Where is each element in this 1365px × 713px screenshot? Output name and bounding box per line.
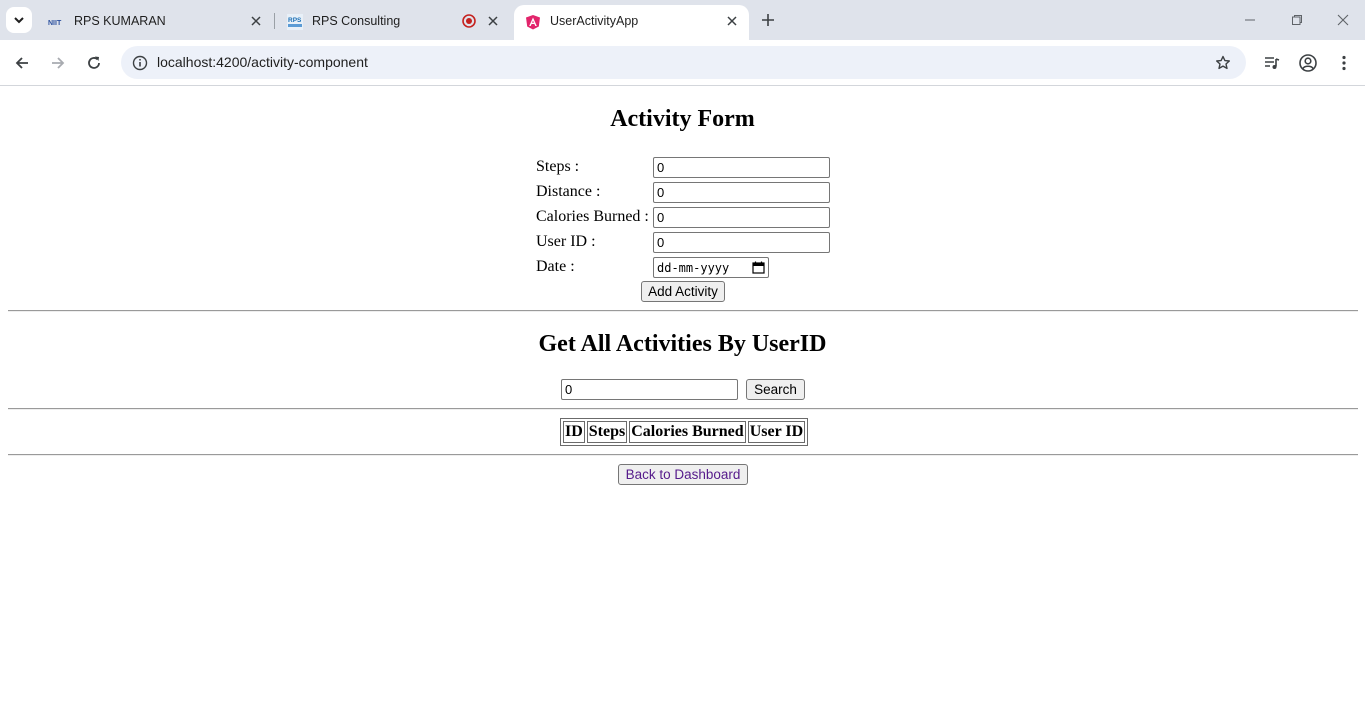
steps-input[interactable] [653, 157, 830, 178]
tab-title: RPS KUMARAN [74, 14, 166, 28]
angular-icon [524, 13, 542, 31]
user-id-label: User ID : [536, 233, 596, 250]
distance-label: Distance : [536, 183, 601, 200]
profile-button[interactable] [1296, 51, 1320, 75]
date-label: Date : [536, 258, 575, 275]
playlist-music-icon [1265, 57, 1280, 69]
tab-title: RPS Consulting [312, 14, 401, 28]
browser-tab-useractivityapp[interactable]: UserActivityApp [514, 5, 749, 40]
section-divider [8, 310, 1358, 312]
back-button[interactable] [10, 51, 34, 75]
url-text[interactable]: localhost:4200/activity-component [157, 54, 368, 70]
close-window-button[interactable] [1333, 10, 1353, 30]
svg-text:RPS: RPS [288, 17, 302, 24]
section-divider [8, 454, 1358, 456]
close-tab-icon[interactable] [248, 13, 264, 29]
column-header-user-id: User ID [747, 421, 806, 443]
calendar-icon[interactable] [752, 261, 765, 274]
search-button[interactable]: Search [746, 379, 805, 400]
arrow-right-icon [52, 57, 65, 69]
minimize-window-button[interactable] [1240, 10, 1260, 30]
chevron-down-icon [14, 17, 24, 24]
forward-button[interactable] [46, 51, 70, 75]
close-tab-icon[interactable] [724, 13, 740, 29]
bookmark-star-icon[interactable] [1212, 52, 1234, 74]
table-header-row: ID Steps Calories Burned User ID [563, 421, 806, 443]
distance-input[interactable] [653, 182, 830, 203]
minimize-icon [1245, 19, 1255, 21]
tab-separator [274, 13, 275, 29]
address-bar[interactable]: localhost:4200/activity-component [121, 46, 1246, 79]
steps-label: Steps : [536, 158, 580, 175]
activities-table: ID Steps Calories Burned User ID [560, 418, 809, 446]
section-divider [8, 408, 1358, 410]
new-tab-button[interactable] [757, 9, 779, 31]
activity-form-heading: Activity Form [610, 106, 755, 132]
user-id-search-input[interactable] [561, 379, 738, 400]
browser-tab-rps-consulting[interactable]: RPS RPS Consulting [276, 5, 512, 40]
tab-search-button[interactable] [6, 7, 32, 33]
niit-logo-icon: NIIT [48, 13, 66, 31]
get-activities-heading: Get All Activities By UserID [538, 331, 827, 357]
page-content: Activity Form Steps : Distance : Calorie… [0, 87, 1365, 713]
rps-logo-icon: RPS [286, 13, 304, 31]
user-id-input[interactable] [653, 232, 830, 253]
column-header-steps: Steps [586, 421, 628, 443]
back-to-dashboard-button[interactable]: Back to Dashboard [618, 464, 748, 485]
recording-icon [461, 13, 477, 29]
close-tab-icon[interactable] [485, 13, 501, 29]
tab-title: UserActivityApp [550, 14, 639, 28]
date-input[interactable]: dd-mm-yyyy [653, 257, 769, 278]
browser-tab-strip: NIIT RPS KUMARAN RPS RPS Consulting User… [0, 0, 1365, 40]
column-header-calories-burned: Calories Burned [629, 421, 746, 443]
more-vert-icon [1342, 55, 1346, 71]
plus-icon [762, 14, 774, 26]
column-header-id: ID [563, 421, 585, 443]
add-activity-button[interactable]: Add Activity [641, 281, 725, 302]
restore-window-button[interactable] [1287, 10, 1307, 30]
site-info-icon[interactable] [129, 52, 151, 74]
arrow-left-icon [15, 57, 28, 69]
reload-button[interactable] [82, 51, 106, 75]
calories-burned-input[interactable] [653, 207, 830, 228]
browser-tab-rps-kumaran[interactable]: NIIT RPS KUMARAN [38, 5, 270, 40]
svg-text:NIIT: NIIT [48, 20, 62, 27]
browser-menu-button[interactable] [1332, 51, 1356, 75]
close-icon [1337, 14, 1349, 26]
date-placeholder: dd-mm-yyyy [657, 260, 730, 275]
browser-toolbar: localhost:4200/activity-component [0, 40, 1365, 86]
restore-icon [1292, 15, 1302, 25]
calories-burned-label: Calories Burned : [536, 208, 649, 225]
media-controls-button[interactable] [1260, 51, 1284, 75]
account-circle-icon [1299, 54, 1317, 72]
reload-icon [88, 56, 100, 69]
